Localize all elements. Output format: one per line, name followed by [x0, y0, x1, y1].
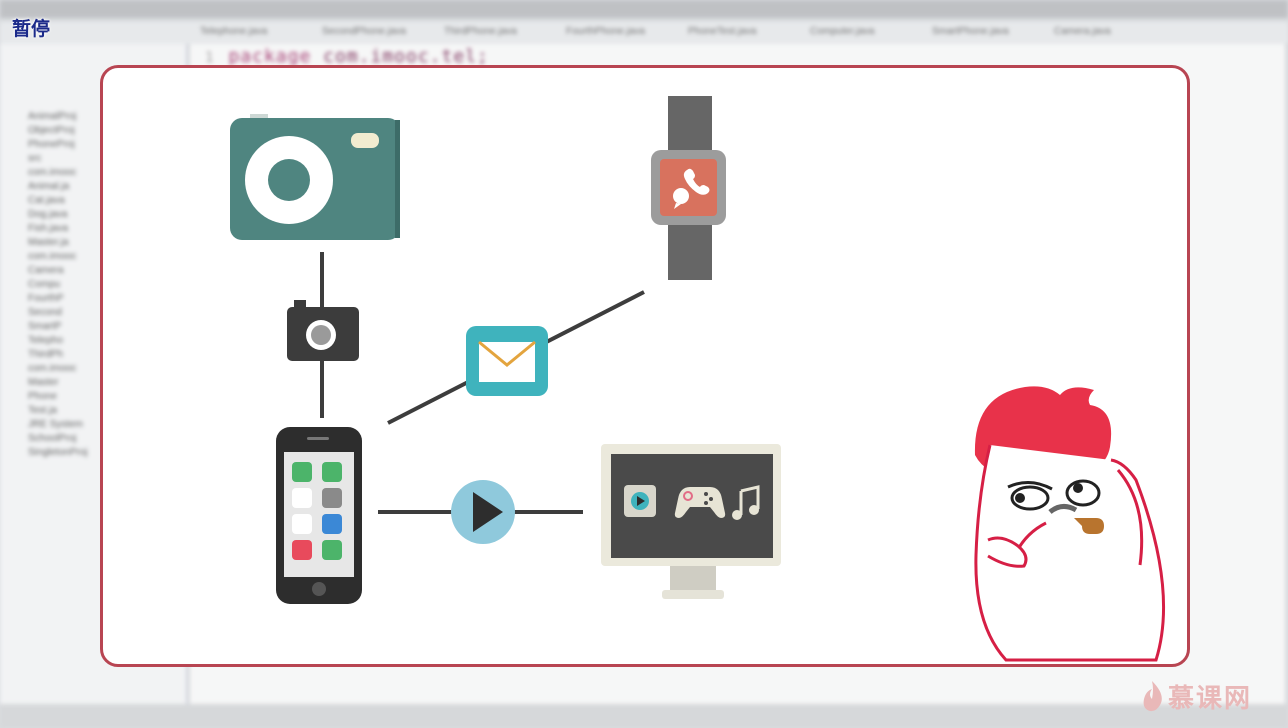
- camera-icon: [230, 114, 400, 240]
- smartwatch-icon: [651, 96, 726, 280]
- mail-icon: [466, 326, 548, 396]
- video-app: [292, 514, 312, 534]
- photos-app: [292, 488, 312, 508]
- flame-logo-icon: [1143, 681, 1162, 712]
- camera-app: [322, 488, 342, 508]
- messages-app: [322, 462, 342, 482]
- facetime-app: [322, 540, 342, 560]
- monitor-icon: [601, 444, 781, 599]
- music-app: [292, 540, 312, 560]
- phone-diagram: [230, 96, 1166, 662]
- play-icon: [451, 480, 515, 544]
- mascot-character: [974, 386, 1166, 662]
- phone-app: [292, 462, 312, 482]
- watermark-text: 慕课网: [1168, 682, 1253, 713]
- brand-watermark: 慕课网: [1140, 674, 1252, 718]
- video-play-icon: [624, 485, 656, 517]
- safari-app: [322, 514, 342, 534]
- small-camera-icon: [287, 300, 359, 361]
- smartphone-icon: [276, 427, 362, 604]
